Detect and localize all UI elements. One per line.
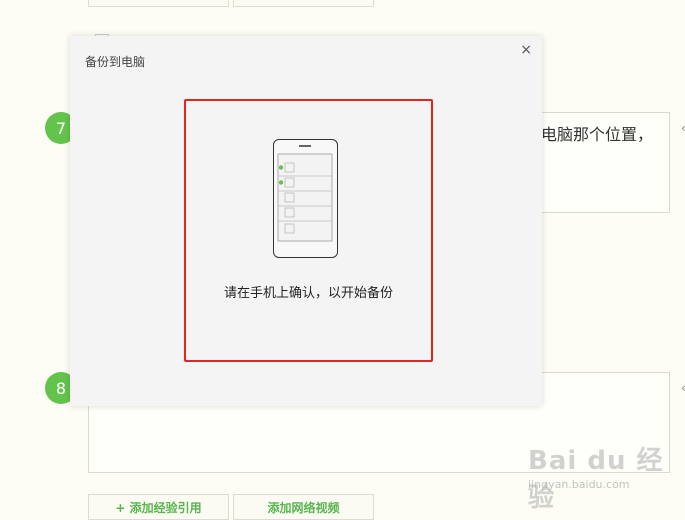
step-7-text: 电脑那个位置， <box>541 125 654 144</box>
add-video-button[interactable]: 添加网络视频 <box>233 494 374 520</box>
add-reference-button[interactable]: + 添加经验引用 <box>88 494 229 520</box>
watermark-url: jingyan.baidu.com <box>528 478 630 491</box>
phone-icon <box>273 139 338 258</box>
top-button-right[interactable] <box>233 0 374 7</box>
step-8-edge-icon: ‹ <box>681 381 685 395</box>
watermark-main: Bai du 经验 <box>528 446 664 513</box>
backup-dialog: 备份到电脑 × 请在手机上确认，以开始备份 <box>70 36 542 406</box>
step-7-edge-icon: ‹ <box>681 121 685 135</box>
dialog-title: 备份到电脑 <box>85 55 146 69</box>
baidu-watermark: Bai du 经验 jingyan.baidu.com <box>520 440 680 513</box>
confirm-prompt: 请在手机上确认，以开始备份 <box>223 286 393 301</box>
top-button-left[interactable] <box>88 0 229 7</box>
close-icon[interactable]: × <box>520 42 532 58</box>
